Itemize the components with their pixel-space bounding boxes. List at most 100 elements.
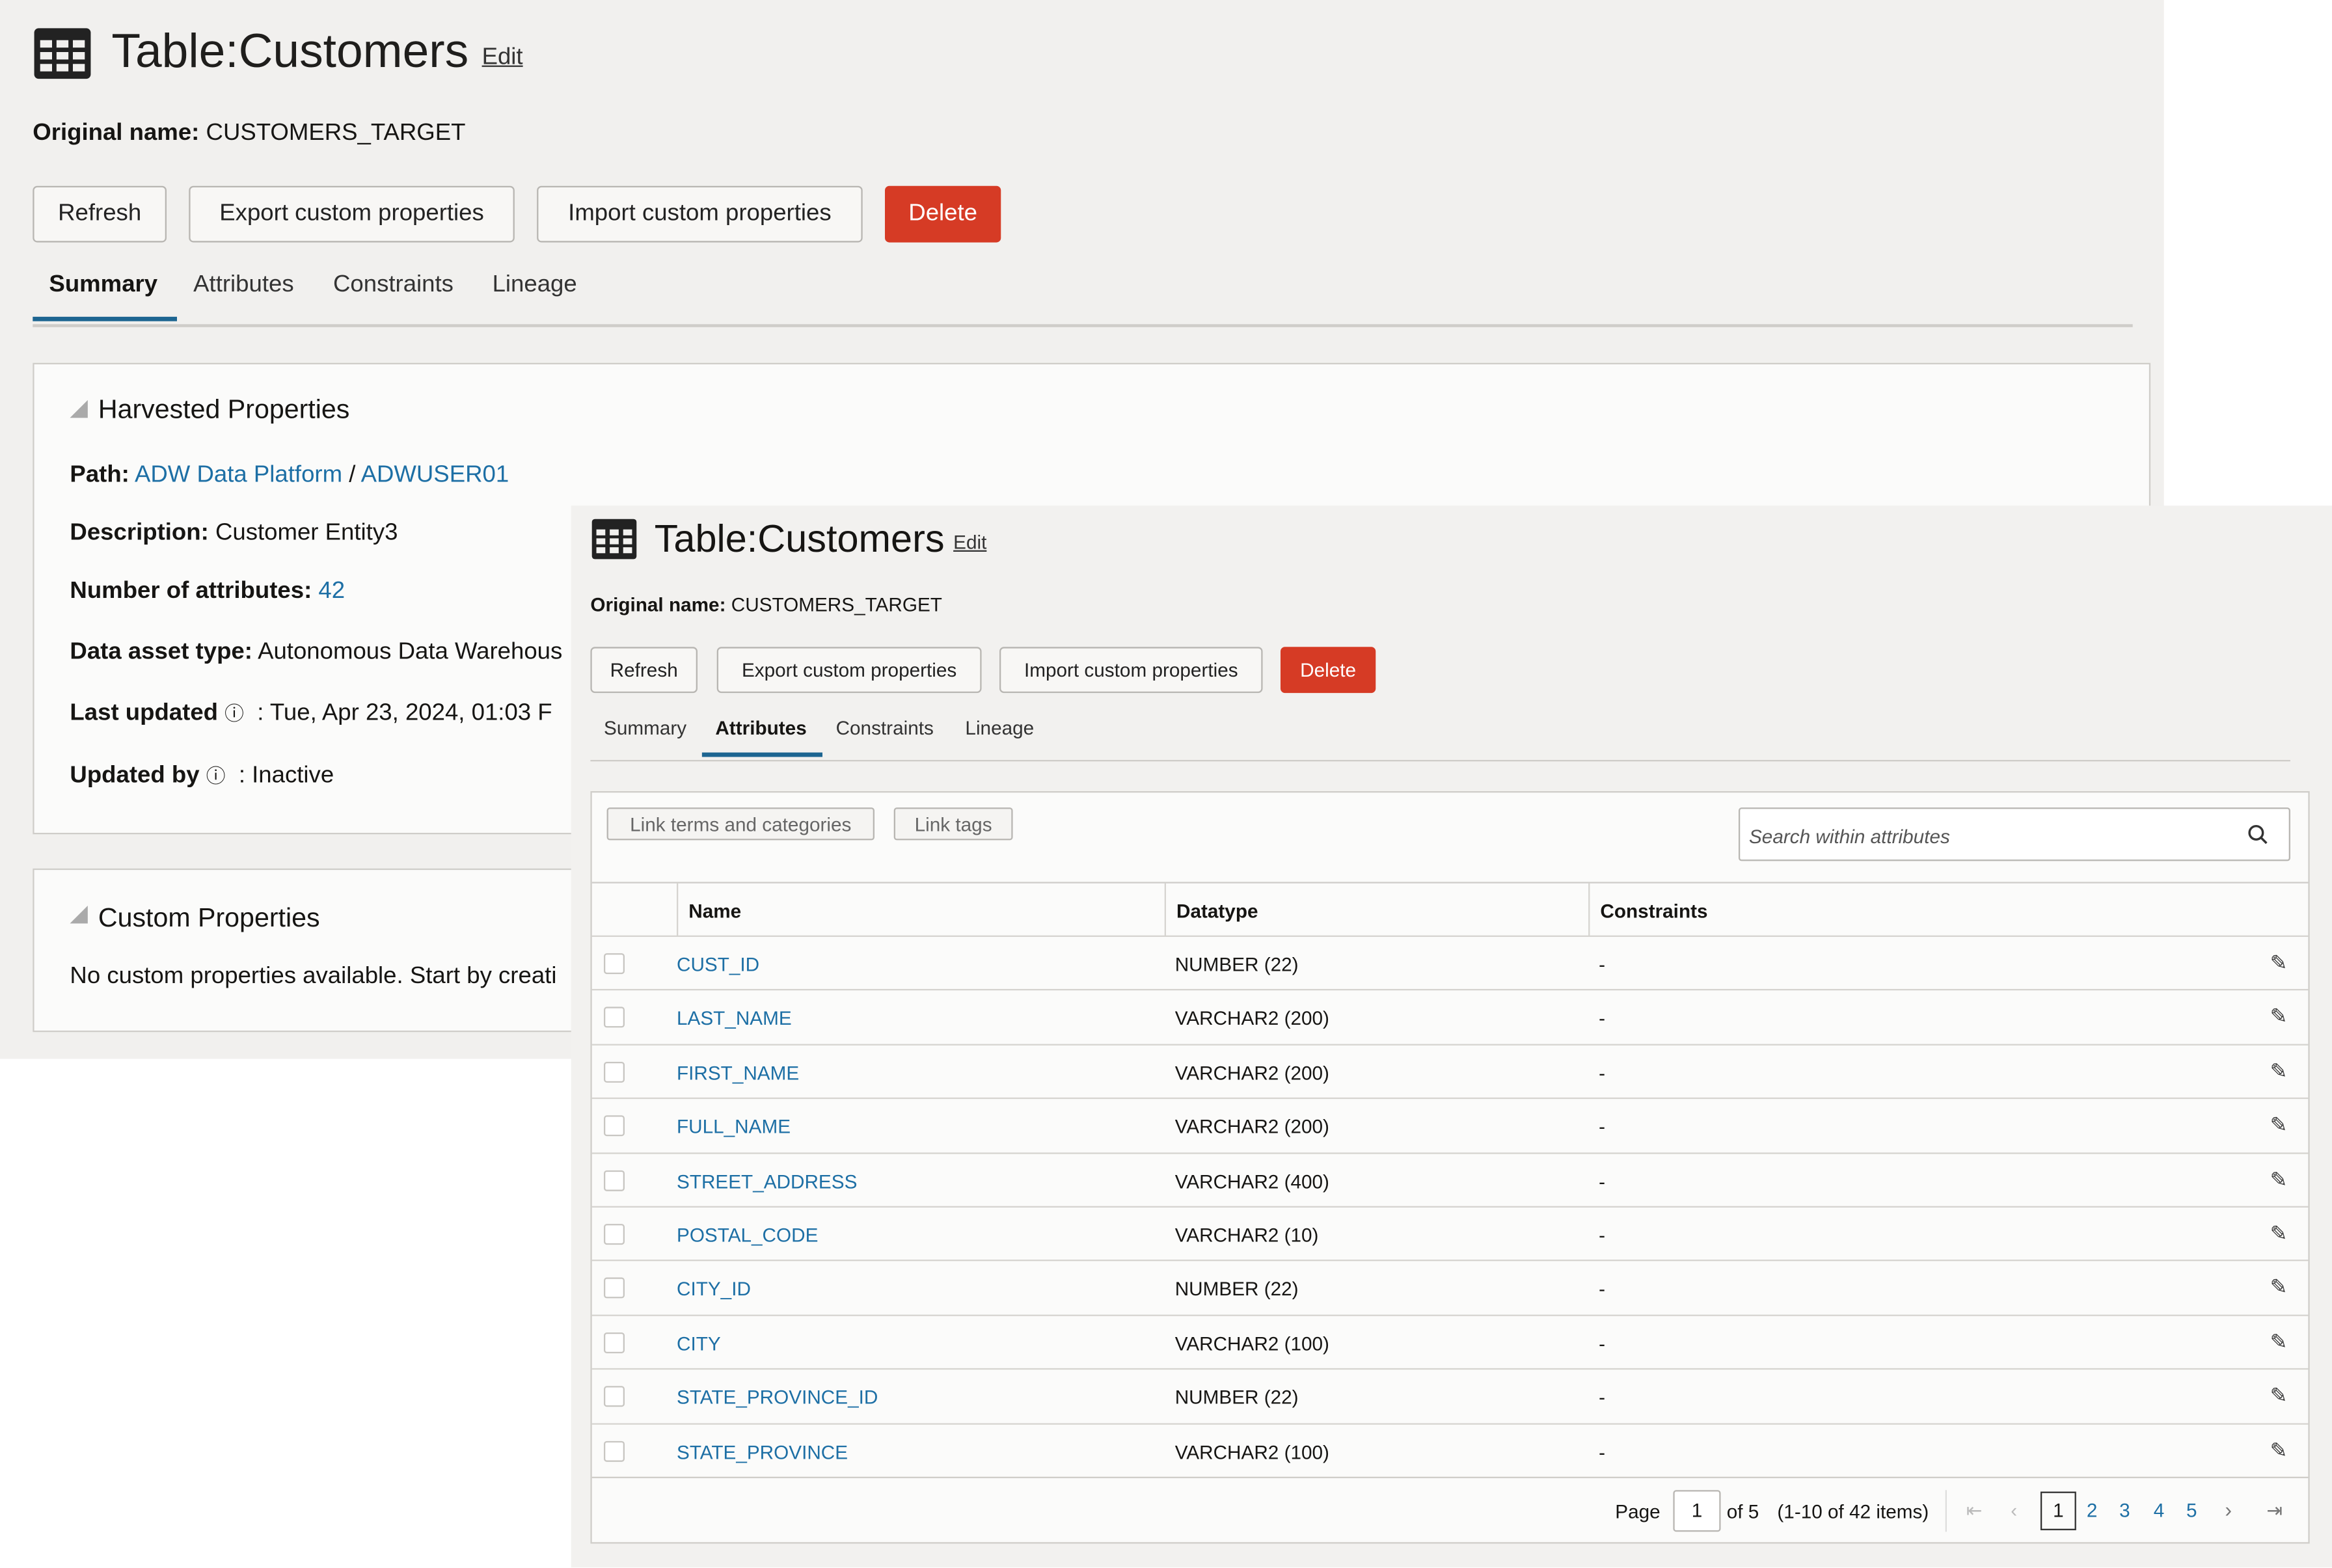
attribute-datatype: VARCHAR2 (400) — [1174, 1169, 1329, 1193]
column-header-name[interactable]: Name — [688, 900, 741, 922]
edit-pencil-icon[interactable]: ✎ — [2270, 951, 2288, 976]
row-checkbox[interactable] — [603, 953, 625, 975]
edit-pencil-icon[interactable]: ✎ — [2270, 1329, 2288, 1355]
row-checkbox[interactable] — [603, 1224, 625, 1245]
attribute-constraints: - — [1599, 1061, 1606, 1084]
link-tags-button[interactable]: Link tags — [893, 807, 1013, 841]
tab-summary[interactable]: Summary — [604, 717, 686, 739]
edit-link[interactable]: Edit — [482, 45, 523, 72]
column-header-datatype[interactable]: Datatype — [1176, 900, 1258, 922]
edit-pencil-icon[interactable]: ✎ — [2270, 1005, 2288, 1030]
row-checkbox[interactable] — [603, 1115, 625, 1137]
tab-attributes[interactable]: Attributes — [715, 717, 806, 739]
delete-button[interactable]: Delete — [884, 185, 1001, 243]
row-checkbox[interactable] — [603, 1169, 625, 1191]
export-custom-properties-button[interactable]: Export custom properties — [716, 647, 982, 694]
tab-attributes[interactable]: Attributes — [193, 272, 293, 299]
page-number-input[interactable]: 1 — [1673, 1490, 1721, 1532]
edit-pencil-icon[interactable]: ✎ — [2270, 1437, 2288, 1463]
attribute-constraints: - — [1599, 1386, 1606, 1409]
attribute-name-link[interactable]: CITY_ID — [677, 1278, 751, 1300]
path-link-platform[interactable]: ADW Data Platform — [135, 463, 342, 488]
attributes-count-label: Number of attributes: — [70, 578, 312, 604]
original-name: Original name: CUSTOMERS_TARGET — [590, 593, 942, 615]
import-custom-properties-button[interactable]: Import custom properties — [999, 647, 1263, 694]
data-asset-type-label: Data asset type: — [70, 639, 252, 665]
attribute-datatype: VARCHAR2 (200) — [1174, 1115, 1329, 1138]
edit-pencil-icon[interactable]: ✎ — [2270, 1221, 2288, 1247]
page-title: Table:Customers — [654, 516, 945, 561]
attribute-constraints: - — [1599, 953, 1606, 976]
page-button-5[interactable]: 5 — [2186, 1499, 2197, 1521]
edit-pencil-icon[interactable]: ✎ — [2270, 1059, 2288, 1084]
page-button-1[interactable]: 1 — [2040, 1491, 2076, 1530]
export-custom-properties-button[interactable]: Export custom properties — [189, 185, 515, 243]
row-checkbox[interactable] — [603, 1061, 625, 1083]
import-custom-properties-button[interactable]: Import custom properties — [537, 185, 863, 243]
empty-message: No custom properties available. Start by… — [70, 964, 557, 989]
table-row: CUST_ID NUMBER (22) - ✎ — [591, 935, 2309, 991]
description-value: Customer Entity3 — [215, 520, 398, 546]
attribute-name-link[interactable]: POSTAL_CODE — [677, 1224, 818, 1246]
previous-page-icon[interactable]: ‹ — [2011, 1499, 2017, 1521]
attributes-count-field: Number of attributes: 42 — [70, 578, 345, 605]
row-checkbox[interactable] — [603, 1278, 625, 1299]
page-button-2[interactable]: 2 — [2087, 1499, 2098, 1521]
column-header-constraints[interactable]: Constraints — [1600, 900, 1707, 922]
last-updated-field: Last updated ⓘ : Tue, Apr 23, 2024, 01:0… — [70, 697, 552, 727]
attribute-name-link[interactable]: STREET_ADDRESS — [677, 1170, 857, 1192]
items-range: (1-10 of 42 items) — [1777, 1500, 1929, 1523]
last-updated-value: : Tue, Apr 23, 2024, 01:03 F — [257, 700, 552, 726]
search-icon[interactable] — [2247, 824, 2268, 845]
attribute-name-link[interactable]: LAST_NAME — [677, 1007, 792, 1029]
row-checkbox[interactable] — [603, 1332, 625, 1353]
attribute-constraints: - — [1599, 1440, 1606, 1463]
table-row: POSTAL_CODE VARCHAR2 (10) - ✎ — [591, 1206, 2309, 1262]
link-terms-button[interactable]: Link terms and categories — [606, 807, 875, 841]
edit-pencil-icon[interactable]: ✎ — [2270, 1113, 2288, 1138]
attribute-name-link[interactable]: STATE_PROVINCE_ID — [677, 1386, 878, 1409]
last-page-icon[interactable]: ⇥ — [2266, 1499, 2283, 1523]
edit-pencil-icon[interactable]: ✎ — [2270, 1275, 2288, 1301]
section-heading: Harvested Properties — [98, 394, 350, 424]
tab-constraints[interactable]: Constraints — [836, 717, 934, 739]
original-name-value: CUSTOMERS_TARGET — [206, 120, 466, 146]
data-asset-type-field: Data asset type: Autonomous Data Warehou… — [70, 640, 562, 666]
first-page-icon[interactable]: ⇤ — [1966, 1499, 1983, 1523]
collapse-triangle-icon[interactable] — [70, 399, 88, 418]
table-row: LAST_NAME VARCHAR2 (200) - ✎ — [591, 989, 2309, 1045]
page-button-3[interactable]: 3 — [2119, 1499, 2130, 1521]
edit-link[interactable]: Edit — [953, 531, 986, 553]
attribute-name-link[interactable]: CUST_ID — [677, 953, 759, 975]
edit-pencil-icon[interactable]: ✎ — [2270, 1383, 2288, 1409]
delete-button[interactable]: Delete — [1280, 647, 1376, 694]
row-checkbox[interactable] — [603, 1386, 625, 1407]
refresh-button[interactable]: Refresh — [590, 647, 698, 694]
tab-lineage[interactable]: Lineage — [965, 717, 1034, 739]
search-attributes-input[interactable]: Search within attributes — [1738, 807, 2290, 861]
next-page-icon[interactable]: › — [2225, 1498, 2232, 1522]
row-checkbox[interactable] — [603, 1440, 625, 1461]
tab-constraints[interactable]: Constraints — [333, 272, 454, 299]
edit-pencil-icon[interactable]: ✎ — [2270, 1167, 2288, 1192]
attribute-name-link[interactable]: FULL_NAME — [677, 1116, 791, 1138]
info-icon[interactable]: ⓘ — [206, 764, 226, 787]
pagination-bar: Page 1 of 5 (1-10 of 42 items) ⇤ ‹ 1 2 3… — [591, 1476, 2309, 1544]
attribute-name-link[interactable]: STATE_PROVINCE — [677, 1440, 848, 1463]
attribute-name-link[interactable]: FIRST_NAME — [677, 1062, 799, 1084]
row-checkbox[interactable] — [603, 1007, 625, 1029]
attribute-constraints: - — [1599, 1278, 1606, 1301]
path-link-schema[interactable]: ADWUSER01 — [361, 463, 509, 488]
info-icon[interactable]: ⓘ — [224, 702, 244, 724]
tab-summary[interactable]: Summary — [49, 272, 157, 299]
tab-lineage[interactable]: Lineage — [493, 272, 577, 299]
attribute-name-link[interactable]: CITY — [677, 1332, 721, 1355]
original-name: Original name: CUSTOMERS_TARGET — [33, 120, 465, 147]
table-row: STATE_PROVINCE_ID NUMBER (22) - ✎ — [591, 1368, 2309, 1424]
collapse-triangle-icon[interactable] — [70, 905, 88, 924]
attributes-count-link[interactable]: 42 — [318, 578, 345, 604]
refresh-button[interactable]: Refresh — [33, 185, 167, 243]
page-button-4[interactable]: 4 — [2154, 1499, 2165, 1521]
description-field: Description: Customer Entity3 — [70, 520, 398, 547]
active-tab-indicator — [33, 316, 177, 321]
